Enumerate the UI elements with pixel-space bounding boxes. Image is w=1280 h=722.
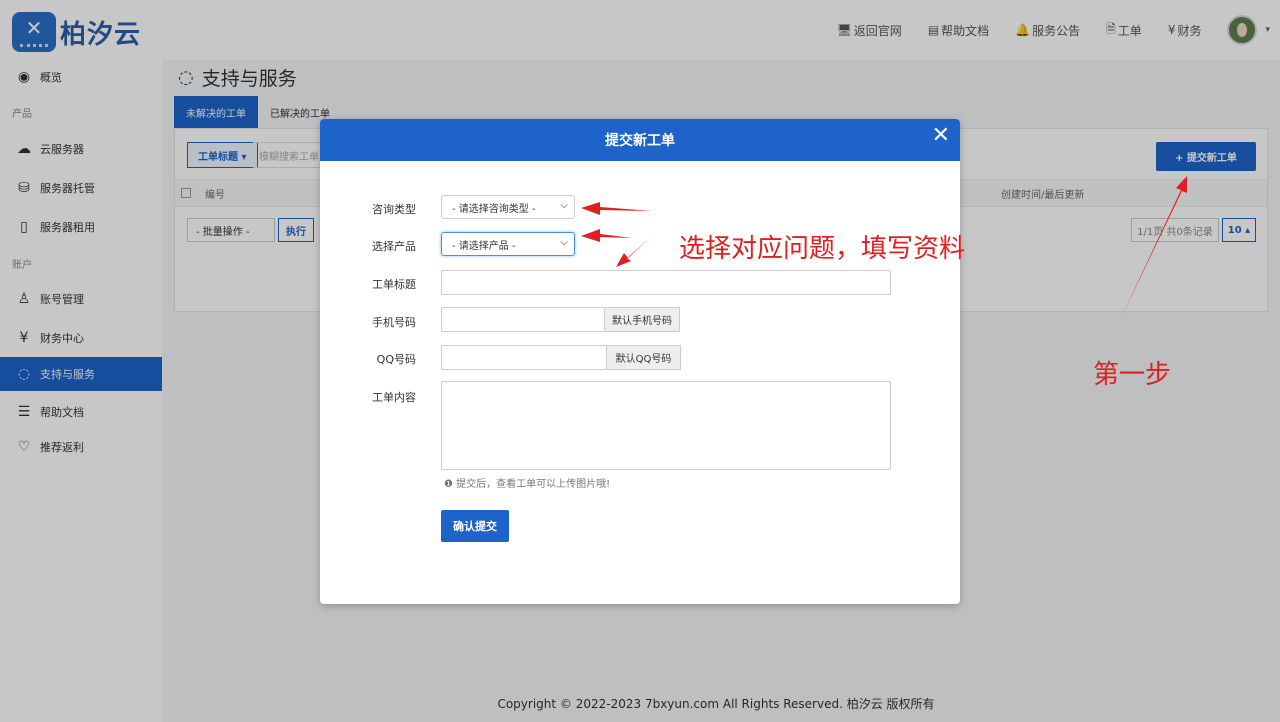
arrow-to-type-select	[581, 202, 652, 215]
arrow-to-subject	[616, 238, 650, 267]
step-annotation: 第一步	[1093, 360, 1172, 390]
instruction-annotation: 选择对应问题，填写资料	[679, 234, 966, 264]
arrow-to-product-select	[581, 229, 632, 242]
arrow-to-new-ticket	[1121, 176, 1187, 318]
annotation-arrows	[581, 176, 1187, 318]
